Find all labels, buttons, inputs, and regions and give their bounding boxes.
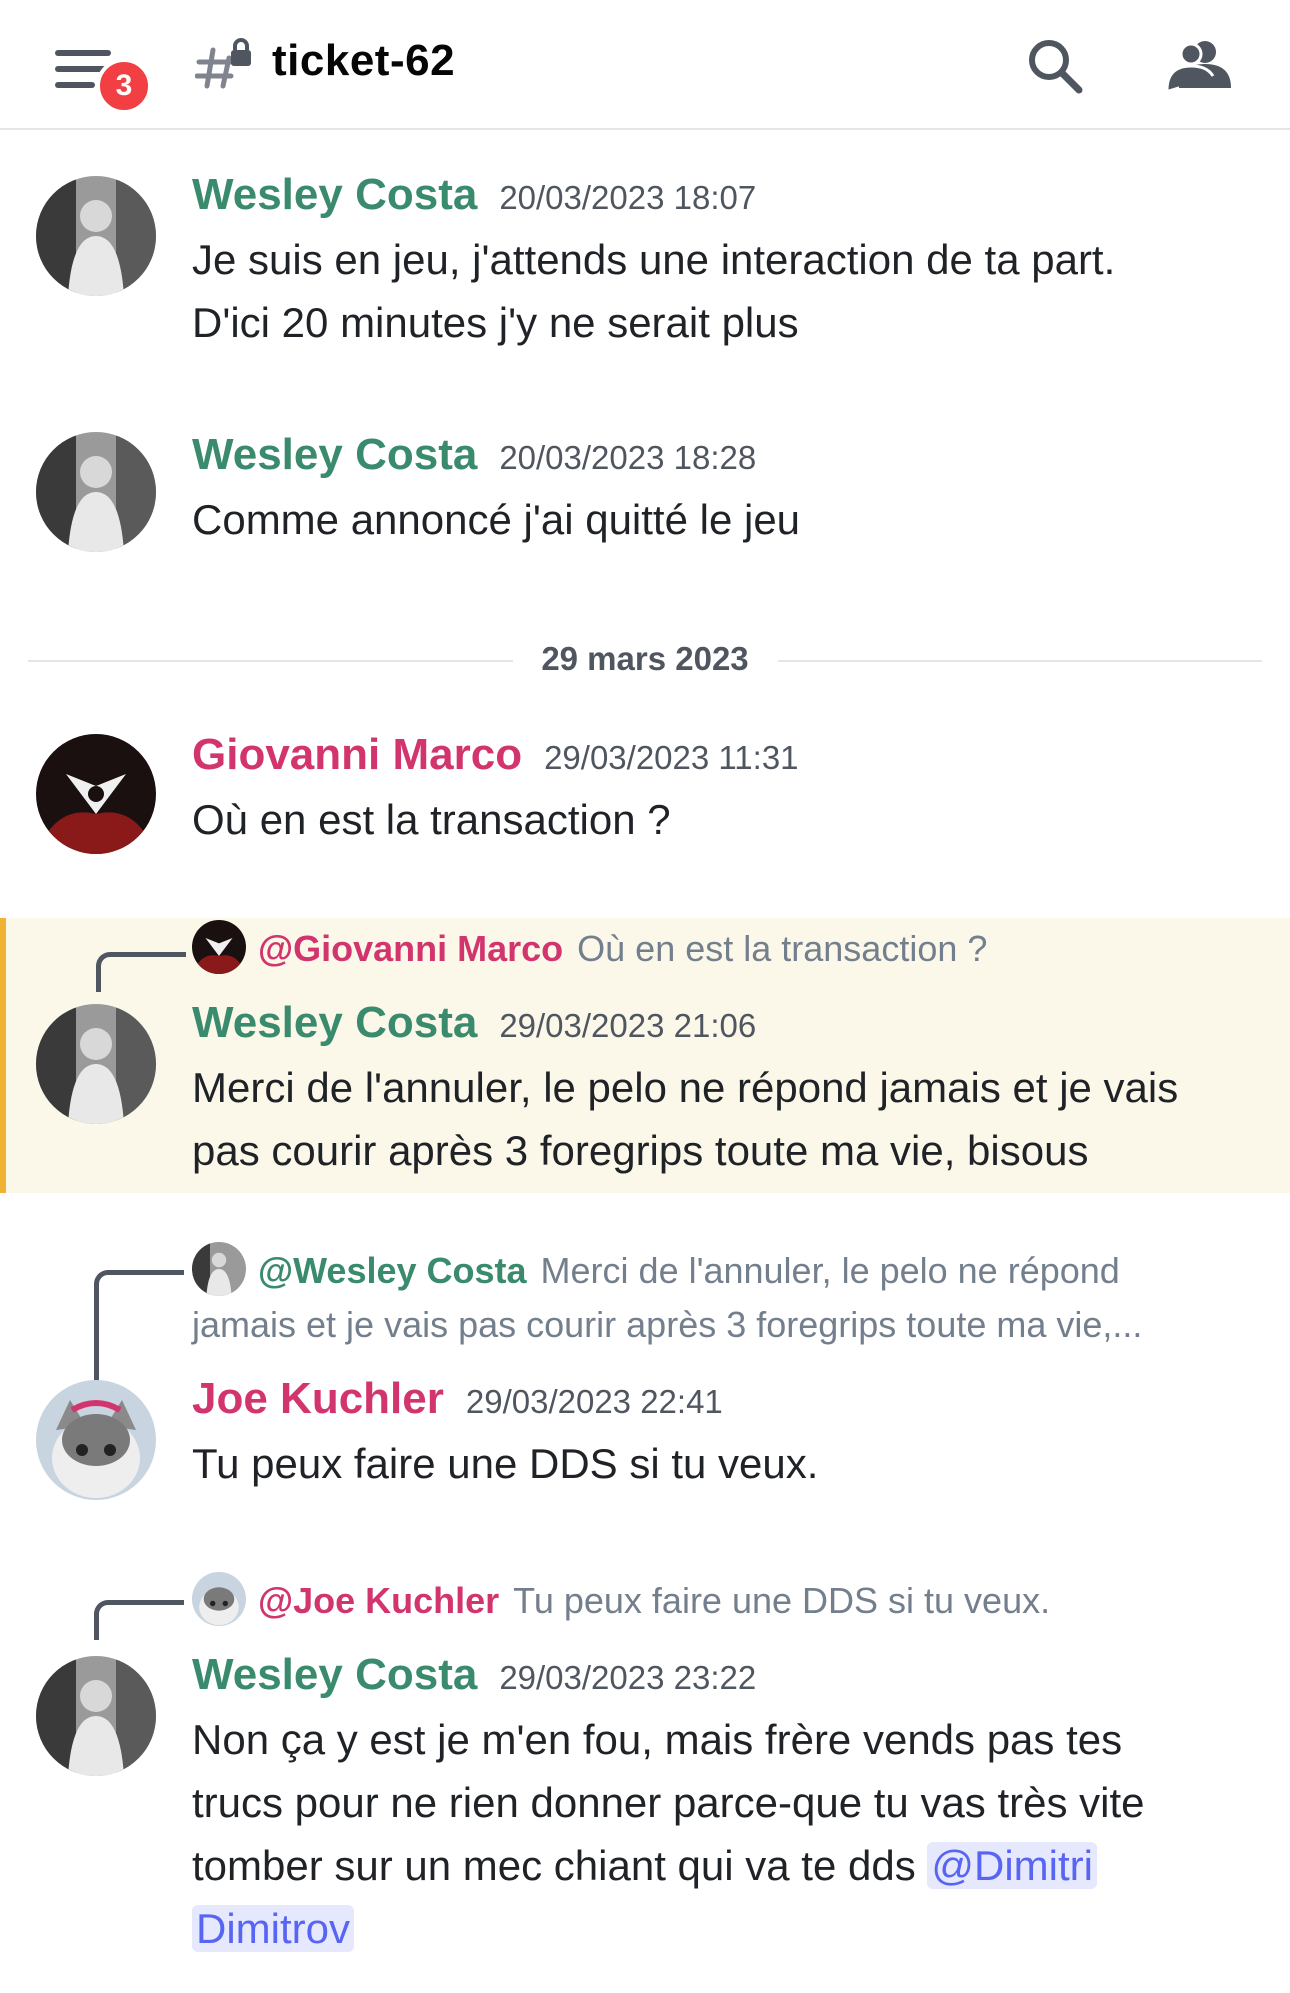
message-timestamp: 20/03/2023 18:07 [499, 179, 757, 216]
date-divider-label: 29 mars 2023 [541, 640, 749, 677]
avatar[interactable] [36, 1656, 156, 1776]
reply-avatar [192, 1572, 246, 1627]
message-content: Non ça y est je m'en fou, mais frère ven… [192, 1716, 1145, 1952]
user-mention[interactable]: Dimitrov [192, 1905, 354, 1952]
reply-text-continued: jamais et je vais pas courir après 3 for… [192, 1304, 1143, 1345]
reply-connector [96, 952, 186, 992]
message-timestamp: 29/03/2023 22:41 [465, 1383, 723, 1420]
reply-connector [94, 1270, 184, 1385]
message-author[interactable]: Wesley Costa [192, 170, 477, 219]
members-icon [1165, 41, 1231, 91]
message-timestamp: 29/03/2023 23:22 [499, 1659, 757, 1696]
message-author[interactable]: Wesley Costa [192, 998, 477, 1047]
message-timestamp: 29/03/2023 11:31 [544, 739, 799, 776]
member-list-button[interactable] [1165, 38, 1235, 99]
message-content: Tu peux faire une DDS si tu veux. [192, 1440, 819, 1487]
avatar[interactable] [36, 734, 156, 854]
date-divider: 29 mars 2023 [28, 640, 1262, 680]
avatar[interactable] [36, 176, 156, 296]
channel-header: 3 ticket-62 [0, 0, 1290, 130]
reply-text: Merci de l'annuler, le pelo ne répond [540, 1250, 1120, 1291]
reply-author[interactable]: @Giovanni Marco [258, 928, 563, 969]
user-mention[interactable]: @Dimitri [927, 1842, 1097, 1889]
message-content: Où en est la transaction ? [192, 796, 671, 843]
reply-connector [94, 1600, 184, 1640]
message-content: Comme annoncé j'ai quitté le jeu [192, 496, 801, 543]
locked-channel-hash-icon [194, 36, 255, 97]
reply-avatar [192, 1242, 246, 1297]
reply-author[interactable]: @Wesley Costa [258, 1250, 527, 1291]
reply-text: Tu peux faire une DDS si tu veux. [513, 1580, 1051, 1621]
reply-author[interactable]: @Joe Kuchler [258, 1580, 499, 1621]
search-icon [1029, 40, 1083, 94]
avatar[interactable] [36, 1004, 156, 1124]
message-timestamp: 29/03/2023 21:06 [499, 1007, 757, 1044]
message-author[interactable]: Wesley Costa [192, 1650, 477, 1699]
message-author[interactable]: Joe Kuchler [192, 1374, 444, 1423]
reply-text: Où en est la transaction ? [577, 928, 988, 969]
hamburger-menu-button[interactable]: 3 [50, 40, 152, 114]
avatar[interactable] [36, 1380, 156, 1500]
message-content: Merci de l'annuler, le pelo ne répond ja… [192, 1064, 1179, 1174]
channel-title: ticket-62 [272, 36, 456, 85]
message-author[interactable]: Wesley Costa [192, 430, 477, 479]
highlighted-message[interactable]: @Giovanni Marco Où en est la transaction … [0, 918, 1290, 1193]
reply-preview[interactable]: @Joe Kuchler Tu peux faire une DDS si tu … [192, 1572, 1051, 1630]
message-timestamp: 20/03/2023 18:28 [499, 439, 757, 476]
reply-preview[interactable]: @Giovanni Marco Où en est la transaction … [192, 920, 988, 978]
avatar[interactable] [36, 432, 156, 552]
reply-avatar [192, 920, 246, 975]
search-button[interactable] [1025, 36, 1085, 101]
reply-preview[interactable]: @Wesley Costa Merci de l'annuler, le pelo… [192, 1242, 1120, 1300]
message-author[interactable]: Giovanni Marco [192, 730, 522, 779]
message-content: Je suis en jeu, j'attends une interactio… [192, 236, 1116, 346]
unread-badge: 3 [96, 58, 152, 114]
